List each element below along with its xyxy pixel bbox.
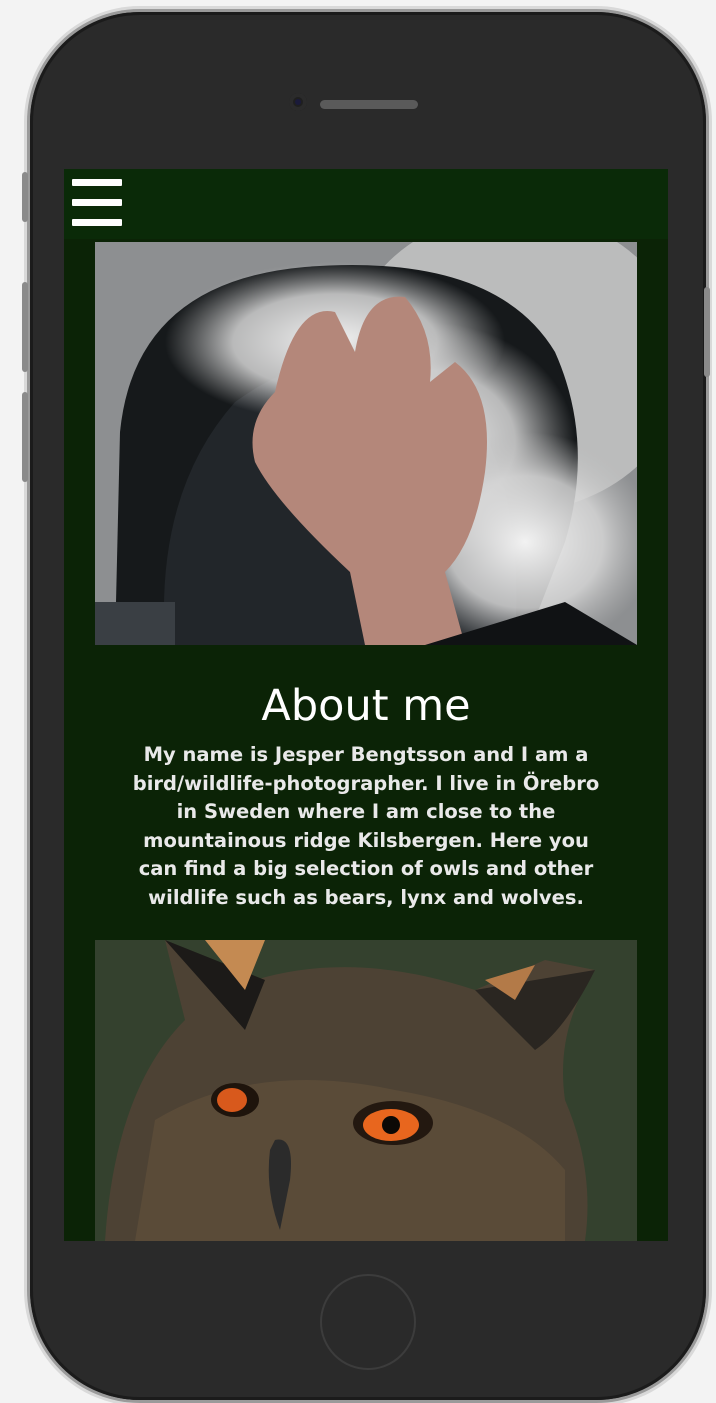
owl-photo [95,940,637,1241]
menu-bar-1 [72,179,122,186]
front-camera [289,93,307,111]
volume-down-button [22,392,28,482]
portrait-photo-illustration [95,242,637,645]
phone-frame: About me My name is Jesper Bengtsson and… [22,12,710,1400]
hamburger-menu-icon[interactable] [72,179,122,227]
menu-bar-3 [72,219,122,226]
about-text: My name is Jesper Bengtsson and I am a b… [132,743,600,909]
earpiece-speaker [320,100,418,109]
volume-up-button [22,282,28,372]
owl-photo-illustration [95,940,637,1241]
portrait-photo [95,242,637,645]
phone-screen: About me My name is Jesper Bengtsson and… [64,169,668,1241]
about-title: About me [261,681,471,731]
top-nav-bar [64,169,668,239]
home-button[interactable] [320,1274,416,1370]
silent-switch [22,172,28,222]
menu-bar-2 [72,199,122,206]
power-button [704,287,710,377]
